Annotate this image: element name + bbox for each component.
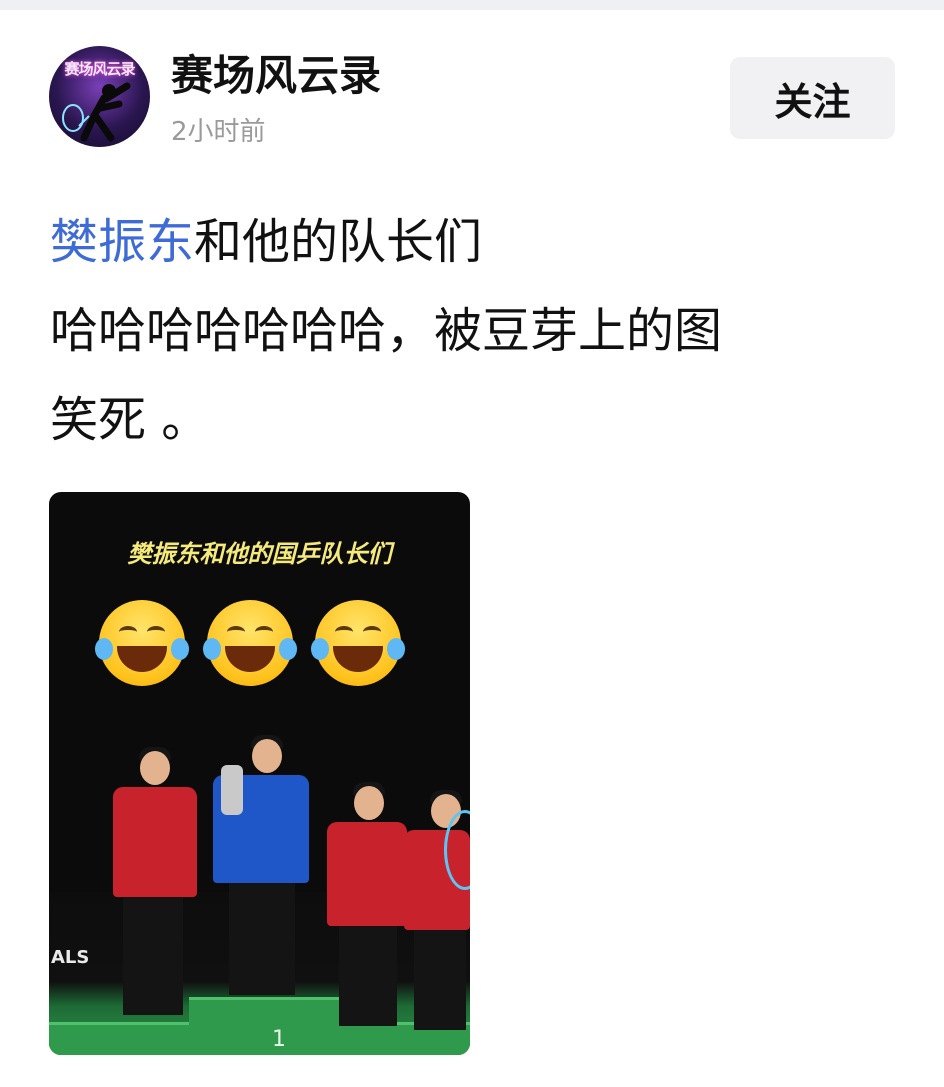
post-time: 2小时前	[171, 117, 266, 147]
post-text-line-2: 哈哈哈哈哈哈哈，被豆芽上的图	[50, 303, 723, 359]
podium-block	[49, 1022, 189, 1055]
post-image[interactable]: 樊振东和他的国乒队长们 ALS 1	[49, 492, 470, 1055]
face-with-tears-of-joy-icon	[203, 600, 297, 686]
post-text-line-3: 笑死 。	[50, 392, 210, 448]
podium-number: 1	[272, 1027, 286, 1052]
author-name[interactable]: 赛场风云录	[171, 50, 381, 102]
top-bar	[0, 0, 944, 10]
face-with-tears-of-joy-icon	[311, 600, 405, 686]
face-with-tears-of-joy-icon	[95, 600, 189, 686]
mention-link[interactable]: 樊振东	[50, 214, 194, 270]
post-text-line-1: 樊振东和他的队长们	[50, 198, 910, 287]
follow-button[interactable]: 关注	[730, 57, 895, 139]
post-content: 樊振东和他的队长们 哈哈哈哈哈哈哈，被豆芽上的图 笑死 。	[50, 198, 910, 465]
avatar[interactable]: 赛场风云录	[49, 46, 150, 147]
next-content-edge	[50, 1073, 910, 1087]
image-caption: 樊振东和他的国乒队长们	[127, 540, 392, 568]
badminton-player-icon	[62, 82, 131, 142]
event-sign-text: ALS	[51, 947, 90, 968]
post-text-segment: 和他的队长们	[194, 214, 483, 270]
